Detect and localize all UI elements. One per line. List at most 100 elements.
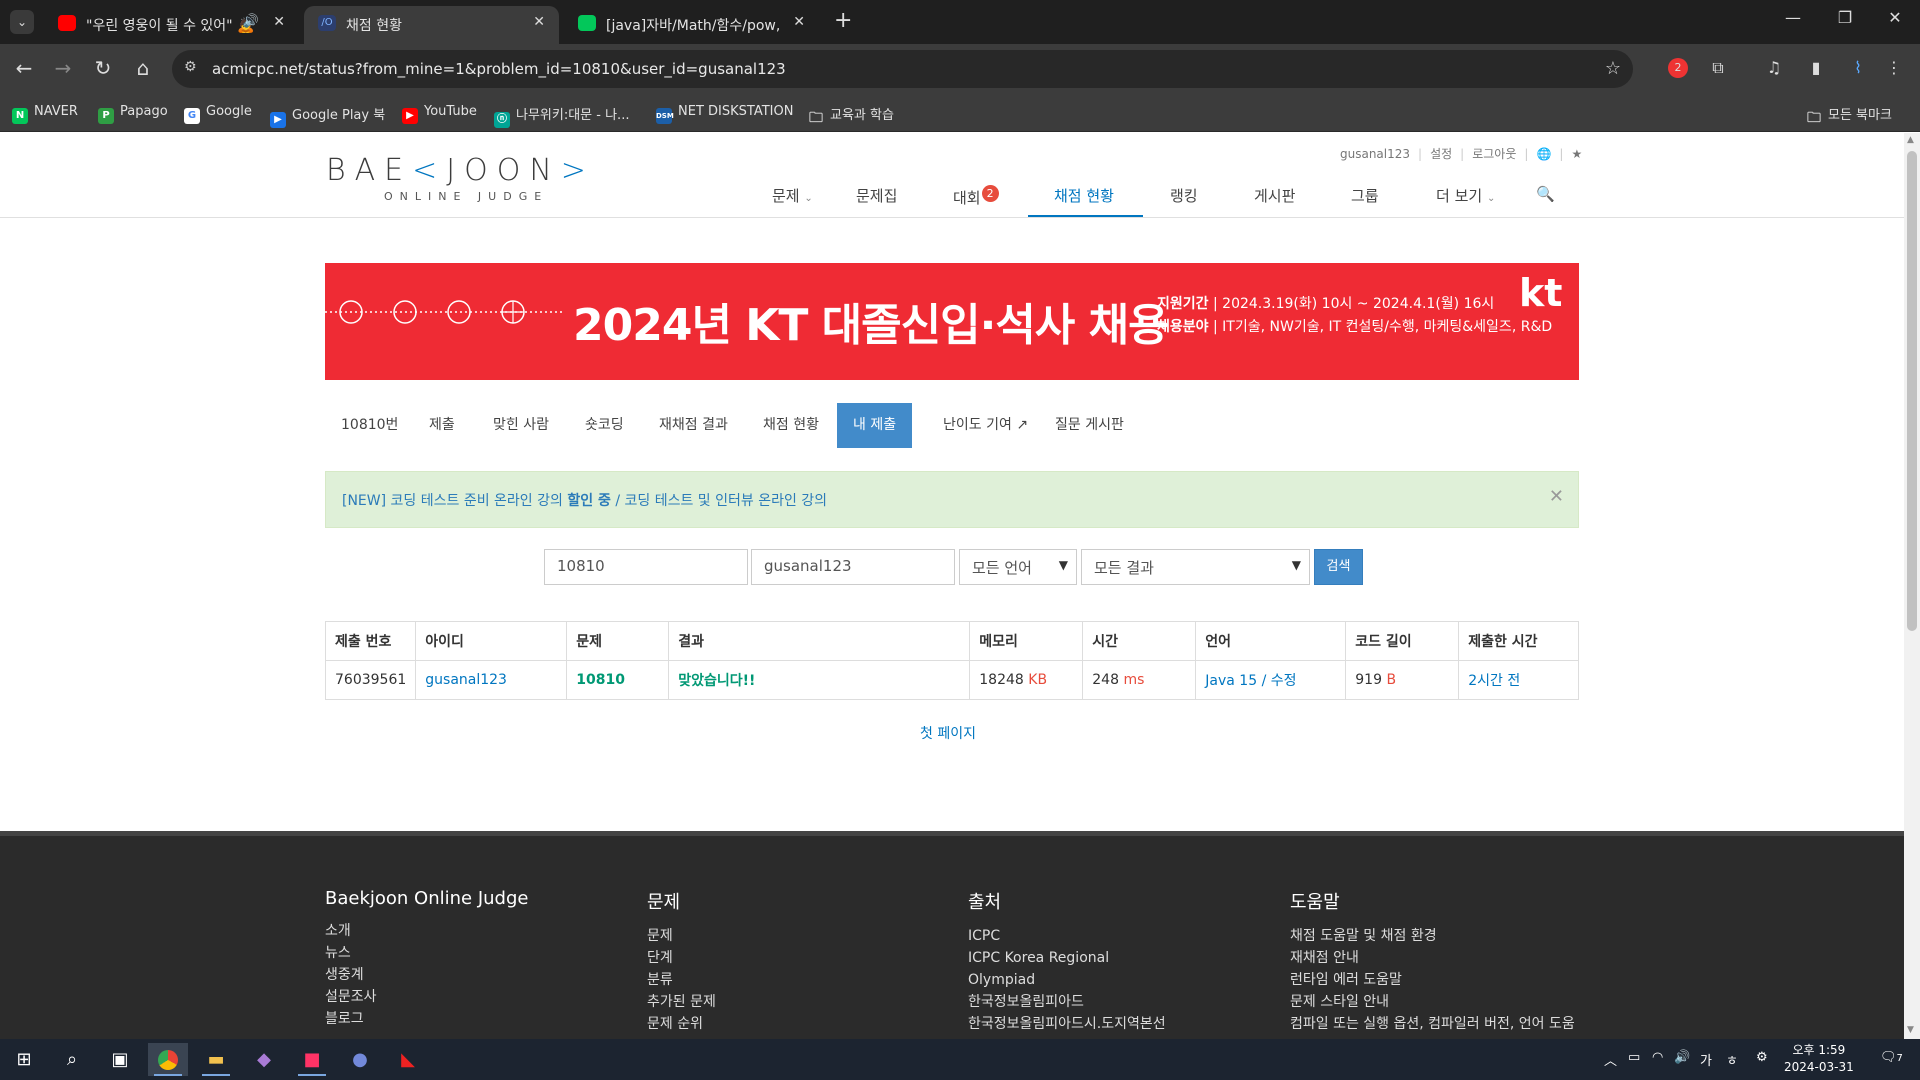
close-tab-icon[interactable]: ✕ — [793, 14, 805, 30]
tab-status[interactable]: /O 채점 현황 ✕ — [304, 6, 559, 44]
kt-recruit-banner[interactable]: 2024년 KT 대졸신입·석사 채용 지원기간 | 2024.3.19(화) … — [325, 263, 1579, 380]
bookmark-google[interactable]: G Google — [184, 104, 252, 124]
language-select[interactable]: 모든 언어 ▼ — [959, 549, 1077, 585]
footer-link[interactable]: 채점 도움말 및 채점 환경 — [1290, 925, 1575, 947]
profile-icon[interactable]: ⌇ — [1846, 56, 1870, 80]
nav-board[interactable]: 게시판 — [1254, 185, 1295, 206]
reload-icon[interactable]: ↻ — [89, 56, 117, 80]
media-control-icon[interactable]: ♫ — [1762, 56, 1786, 80]
search-icon[interactable]: ⌕ — [52, 1043, 92, 1076]
volume-icon[interactable]: 🔊 — [1674, 1050, 1690, 1065]
task-view-icon[interactable]: ▣ — [100, 1043, 140, 1076]
close-tab-icon[interactable]: ✕ — [533, 14, 545, 30]
footer-link[interactable]: 블로그 — [325, 1008, 528, 1030]
logout-link[interactable]: 로그아웃 — [1472, 147, 1516, 161]
bookmark-diskstation[interactable]: DSM NET DISKSTATION — [656, 104, 793, 124]
scroll-up-icon[interactable]: ▲ — [1907, 135, 1914, 145]
footer-link[interactable]: 소개 — [325, 920, 528, 942]
footer-link[interactable]: Olympiad — [968, 969, 1166, 991]
footer-link[interactable]: 생중계 — [325, 964, 528, 986]
address-bar[interactable]: ⚙ acmicpc.net/status?from_mine=1&problem… — [172, 50, 1633, 88]
speaker-icon[interactable]: 🔊 — [243, 14, 259, 29]
footer-link[interactable]: 추가된 문제 — [647, 991, 716, 1013]
subtab-status[interactable]: 채점 현황 — [747, 403, 835, 448]
footer-link[interactable]: 컴파일 또는 실행 옵션, 컴파일러 버전, 언어 도움 — [1290, 1013, 1575, 1035]
footer-link[interactable]: 재채점 안내 — [1290, 947, 1575, 969]
nav-workbook[interactable]: 문제집 — [856, 185, 897, 206]
tab-search-button[interactable]: ⌄ — [10, 10, 34, 34]
close-tab-icon[interactable]: ✕ — [273, 14, 285, 30]
new-tab-icon[interactable]: + — [834, 8, 852, 33]
submitted-time-link[interactable]: 2시간 전 — [1468, 673, 1520, 689]
footer-link[interactable]: 한국정보올림피아드 — [968, 991, 1166, 1013]
footer-link[interactable]: 단계 — [647, 947, 716, 969]
all-bookmarks-button[interactable]: 🗀 모든 북마크 — [1806, 104, 1892, 126]
user-link[interactable]: gusanal123 — [425, 672, 507, 688]
footer-link[interactable]: 문제 순위 — [647, 1013, 716, 1035]
settings-link[interactable]: 설정 — [1430, 147, 1452, 161]
subtab-solved-users[interactable]: 맞힌 사람 — [477, 403, 565, 448]
first-page-link[interactable]: 첫 페이지 — [920, 723, 976, 743]
subtab-my-submissions[interactable]: 내 제출 — [837, 403, 913, 448]
menu-dots-icon[interactable]: ⋮ — [1882, 56, 1906, 80]
discord-icon[interactable]: ● — [340, 1043, 380, 1076]
keyboard-mode-icon[interactable]: ㅎ — [1726, 1050, 1738, 1069]
gear-icon[interactable]: ⚙ — [1756, 1050, 1768, 1065]
chrome-taskbar-icon[interactable] — [148, 1043, 188, 1076]
subtab-submit[interactable]: 제출 — [413, 403, 471, 448]
bookmark-google-play[interactable]: ▶ Google Play 북 — [270, 104, 385, 128]
nav-more[interactable]: 더 보기 ⌄ — [1436, 185, 1495, 206]
subtab-problem[interactable]: 10810번 — [325, 403, 414, 448]
taskbar-clock[interactable]: 오후 1:59 2024-03-31 — [1784, 1042, 1854, 1076]
footer-link[interactable]: 뉴스 — [325, 942, 528, 964]
problem-id-input[interactable]: 10810 — [544, 549, 748, 585]
subtab-rejudge-results[interactable]: 재채점 결과 — [643, 403, 744, 448]
intellij-icon[interactable]: ■ — [292, 1043, 332, 1076]
scroll-down-icon[interactable]: ▼ — [1907, 1025, 1914, 1035]
side-panel-icon[interactable]: ▮ — [1804, 56, 1828, 80]
promo-alert-text[interactable]: [NEW] 코딩 테스트 준비 온라인 강의 할인 중 / 코딩 테스트 및 인… — [342, 490, 827, 510]
search-button[interactable]: 검색 — [1314, 549, 1363, 585]
close-icon[interactable]: ✕ — [1549, 486, 1564, 507]
battery-icon[interactable]: ▭ — [1628, 1050, 1640, 1065]
ime-indicator[interactable]: 가 — [1700, 1050, 1712, 1069]
subtab-qna[interactable]: 질문 게시판 — [1039, 403, 1140, 448]
edit-link[interactable]: 수정 — [1271, 673, 1297, 689]
nav-problems[interactable]: 문제 ⌄ — [772, 185, 813, 206]
tab-blog[interactable]: [java]자바/Math/함수/pow, sq ✕ — [564, 6, 819, 44]
subtab-difficulty[interactable]: 난이도 기여 ↗ — [927, 403, 1044, 448]
extensions-puzzle-icon[interactable]: ⧉ — [1706, 56, 1730, 80]
username-link[interactable]: gusanal123 — [1340, 147, 1410, 161]
home-icon[interactable]: ⌂ — [129, 56, 157, 80]
star-icon[interactable]: ★ — [1571, 147, 1582, 161]
bookmark-folder-education[interactable]: 🗀 교육과 학습 — [808, 104, 894, 126]
nav-contest[interactable]: 대회 2 — [953, 185, 999, 208]
visual-studio-icon[interactable]: ◆ — [244, 1043, 284, 1076]
search-icon[interactable]: 🔍 — [1536, 185, 1555, 203]
footer-link[interactable]: 문제 — [647, 925, 716, 947]
nav-group[interactable]: 그룹 — [1351, 185, 1379, 206]
site-info-icon[interactable]: ⚙ — [184, 59, 197, 75]
tab-youtube[interactable]: "우린 영웅이 될 수 있어" 🙇 🔊 ✕ — [44, 6, 299, 44]
bookmark-papago[interactable]: P Papago — [98, 104, 168, 124]
tray-chevron-icon[interactable]: ︿ — [1604, 1050, 1617, 1069]
footer-link[interactable]: 런타임 에러 도움말 — [1290, 969, 1575, 991]
minimize-icon[interactable]: — — [1770, 8, 1816, 27]
problem-link[interactable]: 10810 — [576, 672, 625, 688]
footer-link[interactable]: ICPC Korea Regional — [968, 947, 1166, 969]
scrollbar-thumb[interactable] — [1907, 151, 1917, 631]
acrobat-icon[interactable]: ◣ — [388, 1043, 428, 1076]
restore-icon[interactable]: ❐ — [1822, 8, 1868, 27]
extension-badge-icon[interactable]: 2 — [1668, 58, 1688, 78]
language-link[interactable]: Java 15 — [1205, 673, 1257, 689]
globe-icon[interactable]: 🌐 — [1536, 147, 1551, 161]
footer-link[interactable]: 한국정보올림피아드시.도지역본선 — [968, 1013, 1166, 1035]
file-explorer-icon[interactable]: ▬ — [196, 1043, 236, 1076]
nav-ranking[interactable]: 랭킹 — [1170, 185, 1198, 206]
footer-link[interactable]: 문제 스타일 안내 — [1290, 991, 1575, 1013]
wifi-icon[interactable]: ◠ — [1652, 1050, 1663, 1065]
bookmark-star-icon[interactable]: ☆ — [1605, 58, 1621, 79]
bookmark-namuwiki[interactable]: ⓝ 나무위키:대문 - 나... — [494, 104, 629, 128]
windows-start-icon[interactable]: ⊞ — [4, 1043, 44, 1076]
back-icon[interactable]: ← — [10, 56, 38, 80]
